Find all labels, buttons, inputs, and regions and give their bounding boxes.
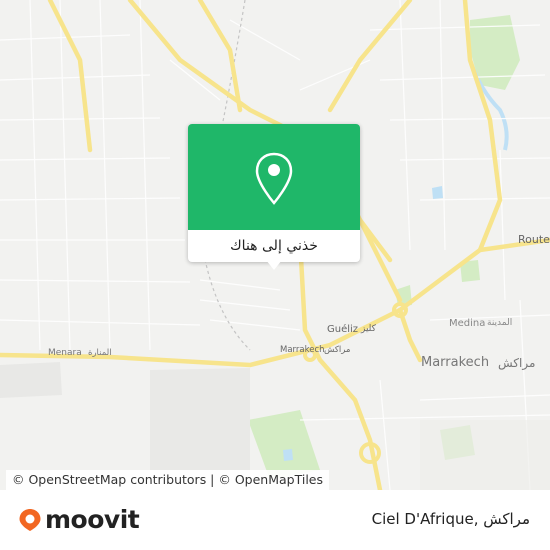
marrakech-road-label: Marrakech — [280, 345, 325, 355]
menara-ar-label: المنارة — [88, 348, 112, 358]
menara-label: Menara — [48, 348, 82, 358]
take-me-there-button[interactable]: خذني إلى هناك — [188, 230, 360, 262]
popup-header — [188, 124, 360, 230]
popup-pointer — [266, 260, 282, 270]
moovit-pin-icon — [19, 508, 41, 531]
directions-popup[interactable]: خذني إلى هناك — [188, 124, 360, 270]
brand-name: moovit — [45, 505, 140, 534]
map-attribution[interactable]: © OpenStreetMap contributors | © OpenMap… — [6, 470, 330, 490]
map-pin-icon — [255, 152, 293, 205]
medina-label: Medina — [449, 318, 486, 329]
place-name: Ciel D'Afrique, مراكش — [371, 510, 530, 528]
gueliz-label: Guéliz — [327, 324, 359, 335]
gueliz-ar-label: كليز — [361, 324, 376, 334]
marrakech-city-ar-label: مراكش — [498, 356, 536, 370]
marrakech-road-ar-label: مراكش — [324, 345, 351, 355]
map-view[interactable]: Route Guéliz كليز Medina المدينة Marrake… — [0, 0, 550, 490]
marrakech-city-label: Marrakech — [421, 355, 490, 370]
medina-ar-label: المدينة — [487, 318, 513, 328]
moovit-logo[interactable]: moovit — [18, 505, 140, 534]
route-label: Route — [518, 233, 550, 246]
